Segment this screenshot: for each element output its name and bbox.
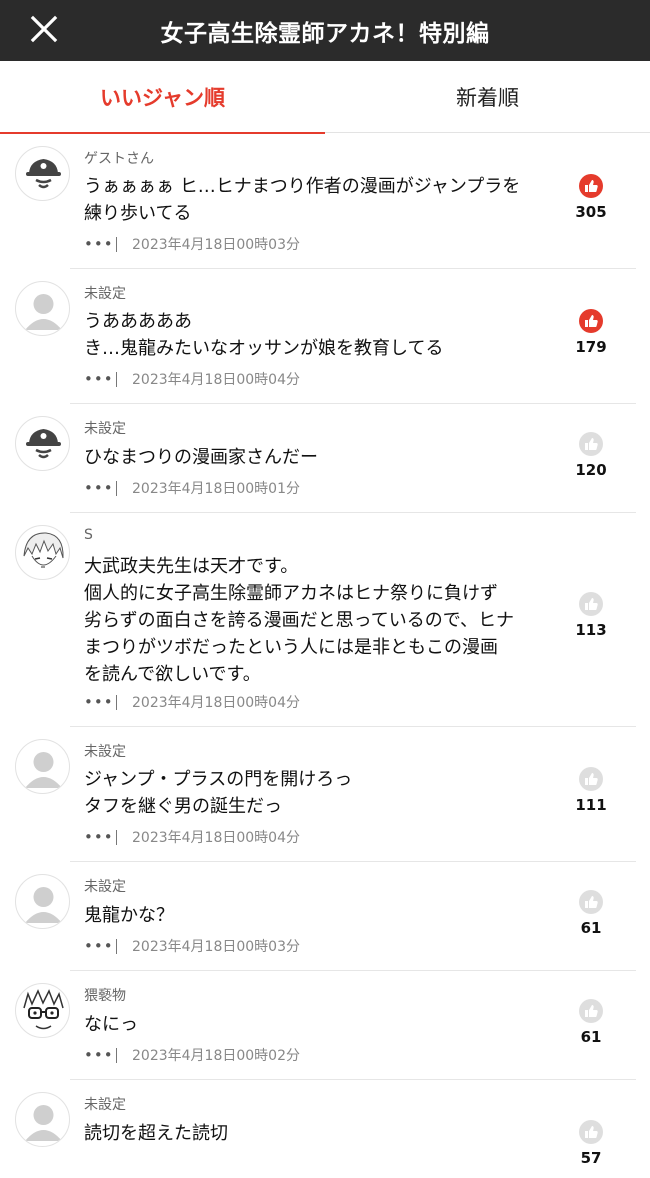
comment-date: 2023年4月18日00時03分 <box>132 939 300 955</box>
more-options-button[interactable]: ••• <box>84 937 113 955</box>
meta-separator <box>116 1047 117 1063</box>
comment-text: ジャンプ・プラスの門を開けろっ タフを継ぐ男の誕生だっ <box>84 769 353 817</box>
comment-text: 読切を超えた読切 <box>84 1123 228 1144</box>
comment-username: 未設定 <box>84 421 126 437</box>
like-count: 61 <box>580 919 602 937</box>
avatar[interactable] <box>15 146 70 201</box>
comment-meta: ••• 2023年4月18日00時02分 <box>84 1045 300 1065</box>
comment-date: 2023年4月18日00時03分 <box>132 237 300 253</box>
like-count: 61 <box>580 1028 602 1046</box>
meta-separator <box>116 236 117 252</box>
avatar[interactable] <box>15 525 70 580</box>
like-button[interactable]: 111 <box>565 767 617 814</box>
avatar[interactable] <box>15 281 70 336</box>
comment-item: 未設定 読切を超えた読切 57 <box>0 1080 650 1178</box>
like-count: 179 <box>575 338 607 356</box>
sort-tabs: いいジャン順 新着順 <box>0 61 650 134</box>
like-button[interactable]: 57 <box>565 1120 617 1167</box>
meta-separator <box>116 938 117 954</box>
comment-username: 未設定 <box>84 879 126 895</box>
pirate-icon <box>26 429 61 459</box>
like-count: 305 <box>575 203 607 221</box>
comment-username: 未設定 <box>84 286 126 302</box>
avatar[interactable] <box>15 416 70 471</box>
comment-meta: ••• 2023年4月18日00時01分 <box>84 478 300 498</box>
thumbs-up-icon <box>579 174 603 198</box>
thumbs-up-icon <box>579 1120 603 1144</box>
comment-item: 未設定 ジャンプ・プラスの門を開けろっ タフを継ぐ男の誕生だっ ••• 2023… <box>0 727 650 862</box>
default-user-icon <box>25 887 62 923</box>
thumbs-up-icon <box>579 767 603 791</box>
like-button[interactable]: 179 <box>565 309 617 356</box>
meta-separator <box>116 829 117 845</box>
avatar[interactable] <box>15 739 70 794</box>
comment-item: 未設定 うあああああ き…鬼龍みたいなオッサンが娘を教育してる ••• 2023… <box>0 269 650 404</box>
comment-text: うあああああ き…鬼龍みたいなオッサンが娘を教育してる <box>84 311 444 359</box>
comment-meta: ••• 2023年4月18日00時04分 <box>84 692 300 712</box>
thumbs-up-icon <box>579 432 603 456</box>
comment-item: ゲストさん うぁぁぁぁ ヒ…ヒナまつり作者の漫画がジャンプラを 練り歩いてる •… <box>0 134 650 269</box>
default-user-icon <box>25 1105 62 1141</box>
like-button[interactable]: 61 <box>565 999 617 1046</box>
comment-text: なにっ <box>84 1014 138 1035</box>
comment-text: 鬼龍かな？ <box>84 905 174 926</box>
meta-separator <box>116 371 117 387</box>
thumbs-up-icon <box>579 890 603 914</box>
default-user-icon <box>25 752 62 788</box>
like-button[interactable]: 113 <box>565 592 617 639</box>
comment-username: 未設定 <box>84 1097 126 1113</box>
thumbs-up-icon <box>579 592 603 616</box>
meta-separator <box>116 480 117 496</box>
more-options-button[interactable]: ••• <box>84 693 113 711</box>
more-options-button[interactable]: ••• <box>84 828 113 846</box>
comment-username: 猥褻物 <box>84 988 126 1004</box>
tab-newest[interactable]: 新着順 <box>325 61 650 133</box>
comment-meta: ••• 2023年4月18日00時03分 <box>84 936 300 956</box>
comment-username: ゲストさん <box>84 151 154 167</box>
comment-username: 未設定 <box>84 744 126 760</box>
thumbs-up-icon <box>579 999 603 1023</box>
comment-item: 猥褻物 なにっ ••• 2023年4月18日00時02分 61 <box>0 971 650 1080</box>
like-button[interactable]: 61 <box>565 890 617 937</box>
app-header: 女子高生除霊師アカネ！特別編 <box>0 0 650 61</box>
more-options-button[interactable]: ••• <box>84 479 113 497</box>
avatar[interactable] <box>15 874 70 929</box>
glasses-character-icon <box>23 989 64 1030</box>
comment-text: ひなまつりの漫画家さんだー <box>84 447 318 468</box>
avatar[interactable] <box>15 1092 70 1147</box>
comment-date: 2023年4月18日00時02分 <box>132 1048 300 1064</box>
comment-date: 2023年4月18日00時04分 <box>132 830 300 846</box>
more-options-button[interactable]: ••• <box>84 1046 113 1064</box>
comment-meta: ••• 2023年4月18日00時04分 <box>84 369 300 389</box>
comment-item: S 大武政夫先生は天才です。 個人的に女子高生除霊師アカネはヒナ祭りに負けず 劣… <box>0 513 650 727</box>
meta-separator <box>116 694 117 710</box>
comment-meta: ••• 2023年4月18日00時04分 <box>84 827 300 847</box>
comment-date: 2023年4月18日00時04分 <box>132 372 300 388</box>
page-title: 女子高生除霊師アカネ！特別編 <box>160 20 490 47</box>
avatar[interactable] <box>15 983 70 1038</box>
comment-username: S <box>84 527 93 543</box>
like-count: 57 <box>580 1149 602 1167</box>
manga-character-icon <box>23 532 64 568</box>
comment-meta: ••• 2023年4月18日00時03分 <box>84 234 300 254</box>
comment-text: 大武政夫先生は天才です。 個人的に女子高生除霊師アカネはヒナ祭りに負けず 劣らず… <box>84 556 515 685</box>
more-options-button[interactable]: ••• <box>84 370 113 388</box>
pirate-icon <box>26 159 61 189</box>
comment-date: 2023年4月18日00時01分 <box>132 481 300 497</box>
thumbs-up-icon <box>579 309 603 333</box>
comment-item: 未設定 ひなまつりの漫画家さんだー ••• 2023年4月18日00時01分 1… <box>0 404 650 513</box>
default-user-icon <box>25 294 62 330</box>
like-count: 113 <box>575 621 607 639</box>
like-count: 111 <box>575 796 607 814</box>
like-count: 120 <box>575 461 607 479</box>
comment-date: 2023年4月18日00時04分 <box>132 695 300 711</box>
like-button[interactable]: 120 <box>565 432 617 479</box>
like-button[interactable]: 305 <box>565 174 617 221</box>
comment-text: うぁぁぁぁ ヒ…ヒナまつり作者の漫画がジャンプラを 練り歩いてる <box>84 176 521 224</box>
tab-popular[interactable]: いいジャン順 <box>0 61 325 134</box>
comment-item: 未設定 鬼龍かな？ ••• 2023年4月18日00時03分 61 <box>0 862 650 971</box>
more-options-button[interactable]: ••• <box>84 235 113 253</box>
